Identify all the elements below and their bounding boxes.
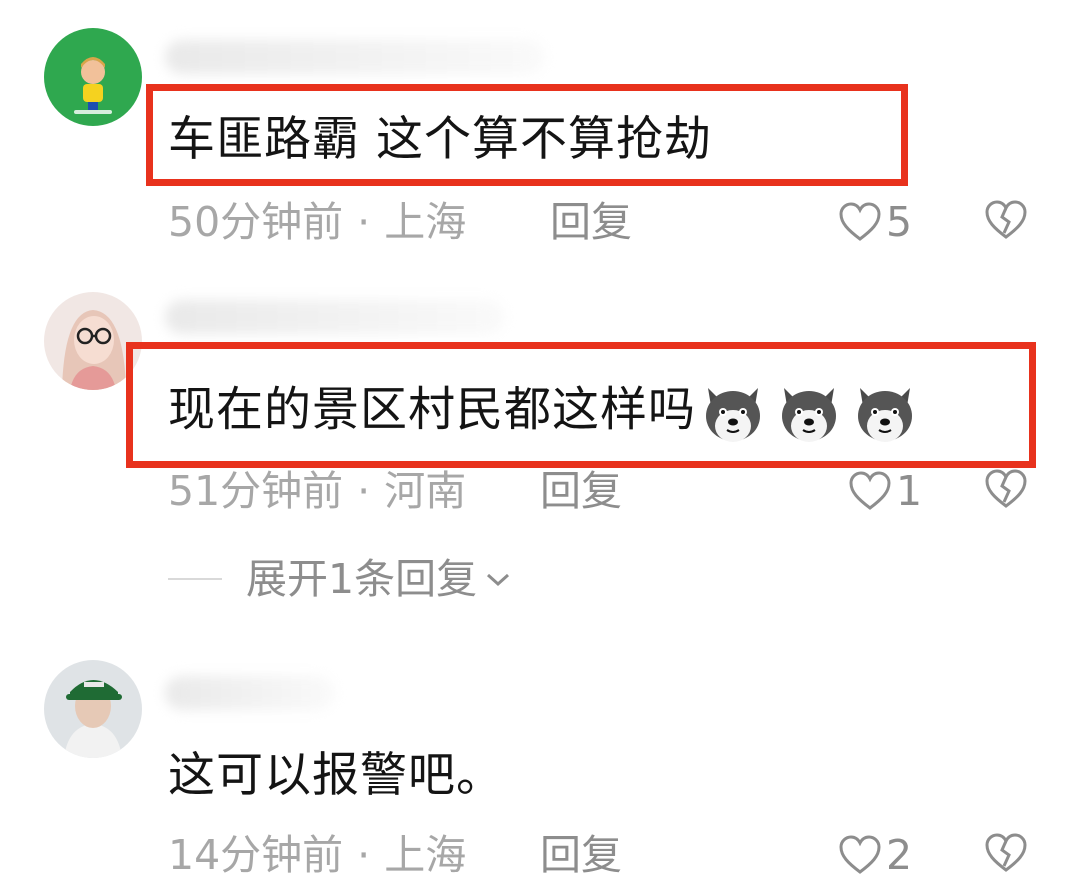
dislike-button[interactable]	[984, 469, 1028, 513]
comment-item: 现在的景区村民都这样吗 51分钟前 · 河南 回复 1 展开1条回复	[0, 260, 1080, 640]
dislike-button[interactable]	[984, 833, 1028, 877]
like-button[interactable]: 2	[838, 830, 912, 880]
highlight-box	[126, 342, 1036, 468]
heart-icon	[839, 835, 881, 874]
broken-heart-icon	[985, 469, 1027, 508]
username-blurred	[165, 300, 505, 334]
like-count: 1	[896, 467, 923, 515]
username-blurred	[165, 40, 545, 74]
expand-replies-label: 展开1条回复	[246, 555, 478, 603]
separator: ·	[357, 467, 371, 515]
heart-icon	[849, 471, 891, 510]
like-button[interactable]: 5	[838, 197, 912, 247]
comment-item: 这可以报警吧。 14分钟前 · 上海 回复 2	[0, 640, 1080, 896]
comment-text: 这可以报警吧。	[168, 748, 504, 803]
expand-divider	[168, 578, 222, 580]
broken-heart-icon	[985, 833, 1027, 872]
reply-button[interactable]: 回复	[550, 197, 632, 247]
like-count: 5	[886, 198, 913, 246]
expand-replies-button[interactable]: 展开1条回复	[168, 554, 513, 604]
like-button[interactable]: 1	[848, 466, 922, 516]
location: 上海	[384, 831, 467, 879]
dislike-button[interactable]	[984, 200, 1028, 244]
timestamp: 50分钟前	[168, 198, 344, 246]
separator: ·	[357, 831, 371, 879]
separator: ·	[357, 198, 371, 246]
avatar-image	[44, 28, 142, 126]
heart-icon	[839, 202, 881, 241]
comment-meta: 51分钟前 · 河南	[168, 466, 466, 516]
chevron-down-icon	[487, 573, 510, 587]
avatar-image	[44, 660, 142, 758]
highlight-box	[146, 84, 908, 186]
timestamp: 14分钟前	[168, 831, 344, 879]
broken-heart-icon	[985, 200, 1027, 239]
reply-button[interactable]: 回复	[540, 830, 622, 880]
reply-button[interactable]: 回复	[540, 466, 622, 516]
avatar[interactable]	[44, 660, 142, 758]
location: 上海	[384, 198, 467, 246]
timestamp: 51分钟前	[168, 467, 344, 515]
like-count: 2	[886, 831, 913, 879]
comment-meta: 14分钟前 · 上海	[168, 830, 466, 880]
username-blurred	[165, 676, 335, 710]
comment-item: 车匪路霸 这个算不算抢劫 50分钟前 · 上海 回复 5	[0, 0, 1080, 260]
avatar[interactable]	[44, 28, 142, 126]
comment-meta: 50分钟前 · 上海	[168, 197, 466, 247]
location: 河南	[384, 467, 467, 515]
